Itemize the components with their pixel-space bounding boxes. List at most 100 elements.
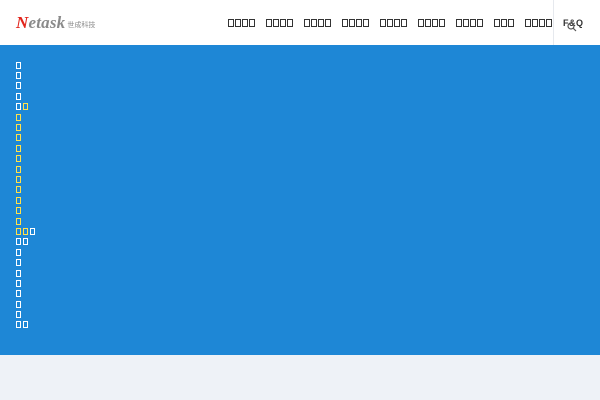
missing-glyph-box	[16, 279, 21, 287]
missing-glyph-box	[325, 18, 331, 27]
missing-glyph-box	[23, 227, 28, 235]
banner-text-line	[16, 133, 37, 143]
nav-item-5[interactable]	[380, 18, 408, 27]
banner-text-line	[16, 237, 37, 247]
missing-glyph-box	[425, 18, 431, 27]
banner-text-line	[16, 174, 37, 184]
missing-glyph-box	[16, 207, 21, 215]
missing-glyph-box	[311, 18, 317, 27]
banner-text-line	[16, 320, 37, 330]
nav-item-3[interactable]	[304, 18, 332, 27]
hero-banner	[0, 45, 600, 355]
nav-item-7[interactable]	[456, 18, 484, 27]
missing-glyph-box	[16, 124, 21, 132]
missing-glyph-box	[16, 175, 21, 183]
missing-glyph-box	[266, 18, 272, 27]
missing-glyph-box	[16, 238, 21, 246]
banner-text-line	[16, 185, 37, 195]
missing-glyph-box	[394, 18, 400, 27]
banner-text-line	[16, 164, 37, 174]
missing-glyph-box	[494, 18, 500, 27]
missing-glyph-box	[525, 18, 531, 27]
banner-text-line	[16, 91, 37, 101]
banner-text-line	[16, 70, 37, 80]
missing-glyph-box	[380, 18, 386, 27]
missing-glyph-box	[16, 186, 21, 194]
missing-glyph-box	[280, 18, 286, 27]
missing-glyph-box	[287, 18, 293, 27]
logo[interactable]: Netask 世成科技	[16, 13, 95, 33]
header-divider	[553, 0, 554, 45]
missing-glyph-box	[304, 18, 310, 27]
banner-text-line	[16, 60, 37, 70]
banner-text-line	[16, 268, 37, 278]
nav-item-4[interactable]	[342, 18, 370, 27]
missing-glyph-box	[508, 18, 514, 27]
missing-glyph-box	[477, 18, 483, 27]
missing-glyph-box	[318, 18, 324, 27]
banner-text-line	[16, 81, 37, 91]
missing-glyph-box	[16, 321, 21, 329]
missing-glyph-box	[356, 18, 362, 27]
banner-text-line	[16, 289, 37, 299]
banner-text-line	[16, 226, 37, 236]
missing-glyph-box	[23, 321, 28, 329]
site-header: Netask 世成科技 F&Q	[0, 0, 600, 45]
missing-glyph-box	[23, 238, 28, 246]
missing-glyph-box	[16, 144, 21, 152]
nav-item-9[interactable]	[525, 18, 553, 27]
banner-text-line	[16, 154, 37, 164]
missing-glyph-box	[30, 227, 35, 235]
missing-glyph-box	[16, 269, 21, 277]
missing-glyph-box	[418, 18, 424, 27]
missing-glyph-box	[16, 248, 21, 256]
missing-glyph-box	[401, 18, 407, 27]
nav-item-6[interactable]	[418, 18, 446, 27]
missing-glyph-box	[456, 18, 462, 27]
missing-glyph-box	[463, 18, 469, 27]
missing-glyph-box	[16, 61, 21, 69]
missing-glyph-box	[363, 18, 369, 27]
missing-glyph-box	[228, 18, 234, 27]
search-icon[interactable]	[566, 20, 578, 32]
missing-glyph-box	[16, 155, 21, 163]
missing-glyph-box	[16, 165, 21, 173]
banner-text-line	[16, 122, 37, 132]
missing-glyph-box	[16, 134, 21, 142]
missing-glyph-box	[16, 196, 21, 204]
missing-glyph-box	[249, 18, 255, 27]
missing-glyph-box	[16, 103, 21, 111]
banner-text-line	[16, 143, 37, 153]
missing-glyph-box	[16, 311, 21, 319]
missing-glyph-box	[387, 18, 393, 27]
nav-item-8[interactable]	[494, 18, 515, 27]
missing-glyph-box	[501, 18, 507, 27]
nav-item-1[interactable]	[228, 18, 256, 27]
nav-item-2[interactable]	[266, 18, 294, 27]
missing-glyph-box	[16, 259, 21, 267]
main-nav: F&Q	[228, 0, 594, 45]
missing-glyph-box	[16, 300, 21, 308]
banner-text-line	[16, 216, 37, 226]
missing-glyph-box	[16, 72, 21, 80]
banner-text-line	[16, 247, 37, 257]
missing-glyph-box	[273, 18, 279, 27]
banner-text-line	[16, 102, 37, 112]
missing-glyph-box	[16, 290, 21, 298]
logo-letters: etask	[28, 13, 66, 32]
missing-glyph-box	[539, 18, 545, 27]
missing-glyph-box	[242, 18, 248, 27]
banner-text-line	[16, 309, 37, 319]
banner-text-line	[16, 112, 37, 122]
missing-glyph-box	[532, 18, 538, 27]
missing-glyph-box	[546, 18, 552, 27]
missing-glyph-box	[349, 18, 355, 27]
missing-glyph-box	[439, 18, 445, 27]
banner-text-line	[16, 299, 37, 309]
missing-glyph-box	[16, 217, 21, 225]
banner-text-column	[16, 60, 37, 330]
logo-subtitle: 世成科技	[67, 22, 96, 29]
missing-glyph-box	[342, 18, 348, 27]
logo-wordmark: Netask	[16, 13, 65, 33]
missing-glyph-box	[16, 227, 21, 235]
